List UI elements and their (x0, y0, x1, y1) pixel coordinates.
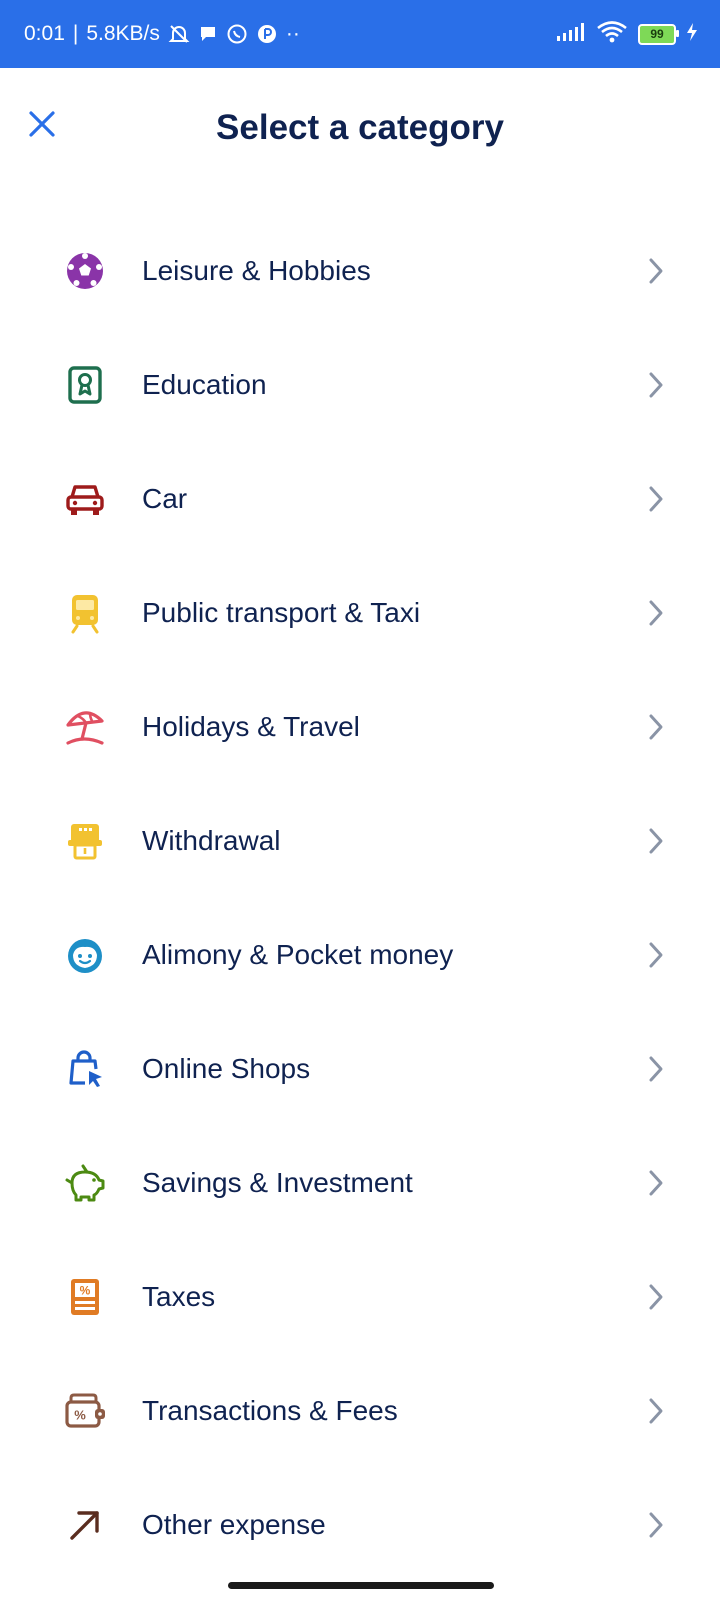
wallet-percent-icon: % (63, 1389, 107, 1433)
category-alimony-pocket-money[interactable]: Alimony & Pocket money (0, 898, 720, 1012)
status-bar: 0:01 | 5.8KB/s ·· 99 (0, 0, 720, 68)
chevron-right-icon (644, 940, 668, 970)
status-net-speed: 5.8KB/s (86, 22, 160, 45)
category-label: Online Shops (142, 1053, 311, 1084)
category-label: Leisure & Hobbies (142, 255, 371, 286)
svg-text:%: % (74, 1408, 86, 1423)
category-label: Other expense (142, 1509, 326, 1540)
chevron-right-icon (644, 598, 668, 628)
atm-icon (63, 819, 107, 863)
category-holidays-travel[interactable]: Holidays & Travel (0, 670, 720, 784)
category-label: Education (142, 369, 267, 400)
status-more: ·· (285, 22, 300, 45)
status-right: 99 (556, 20, 698, 49)
battery-indicator: 99 (638, 23, 679, 45)
chevron-right-icon (644, 256, 668, 286)
chevron-right-icon (644, 370, 668, 400)
header: Select a category (0, 68, 720, 196)
certificate-icon (63, 363, 107, 407)
category-education[interactable]: Education (0, 328, 720, 442)
svg-text:%: % (80, 1284, 91, 1298)
chevron-right-icon (644, 1396, 668, 1426)
chevron-right-icon (644, 826, 668, 856)
child-face-icon (63, 933, 107, 977)
mute-bell-icon (168, 23, 190, 45)
shopping-bag-cursor-icon (63, 1047, 107, 1091)
wifi-icon (596, 20, 628, 49)
beach-umbrella-icon (63, 705, 107, 749)
category-list: Leisure & Hobbies Education Car Public t… (0, 214, 720, 1582)
category-label: Holidays & Travel (142, 711, 360, 742)
tram-icon (63, 591, 107, 635)
category-label: Taxes (142, 1281, 216, 1312)
category-other-expense[interactable]: Other expense (0, 1468, 720, 1582)
category-savings-investment[interactable]: Savings & Investment (0, 1126, 720, 1240)
status-time: 0:01 (24, 22, 65, 45)
signal-icon (556, 22, 586, 47)
category-label: Car (142, 483, 188, 514)
category-withdrawal[interactable]: Withdrawal (0, 784, 720, 898)
home-indicator[interactable] (228, 1582, 494, 1589)
category-leisure-hobbies[interactable]: Leisure & Hobbies (0, 214, 720, 328)
page-title: Select a category (216, 108, 504, 147)
chevron-right-icon (644, 1168, 668, 1198)
category-label: Withdrawal (142, 825, 281, 856)
whatsapp-icon (226, 23, 248, 45)
chevron-right-icon (644, 712, 668, 742)
chevron-right-icon (644, 484, 668, 514)
status-separator: | (72, 22, 79, 45)
tax-document-icon: % (63, 1275, 107, 1319)
category-label: Savings & Investment (142, 1167, 413, 1198)
chevron-right-icon (644, 1510, 668, 1540)
status-left: 0:01 | 5.8KB/s ·· (24, 22, 300, 46)
charging-icon (686, 22, 698, 47)
category-label: Public transport & Taxi (142, 597, 421, 628)
arrow-up-right-icon (63, 1503, 107, 1547)
category-transactions-fees[interactable]: % Transactions & Fees (0, 1354, 720, 1468)
car-icon (63, 477, 107, 521)
category-label: Transactions & Fees (142, 1395, 398, 1426)
category-online-shops[interactable]: Online Shops (0, 1012, 720, 1126)
category-public-transport-taxi[interactable]: Public transport & Taxi (0, 556, 720, 670)
app-icon (256, 23, 278, 45)
soccer-ball-icon (63, 249, 107, 293)
category-taxes[interactable]: % Taxes (0, 1240, 720, 1354)
piggy-bank-icon (63, 1161, 107, 1205)
chevron-right-icon (644, 1054, 668, 1084)
chat-bubble-icon (198, 24, 218, 44)
chevron-right-icon (644, 1282, 668, 1312)
category-car[interactable]: Car (0, 442, 720, 556)
category-label: Alimony & Pocket money (142, 939, 454, 970)
